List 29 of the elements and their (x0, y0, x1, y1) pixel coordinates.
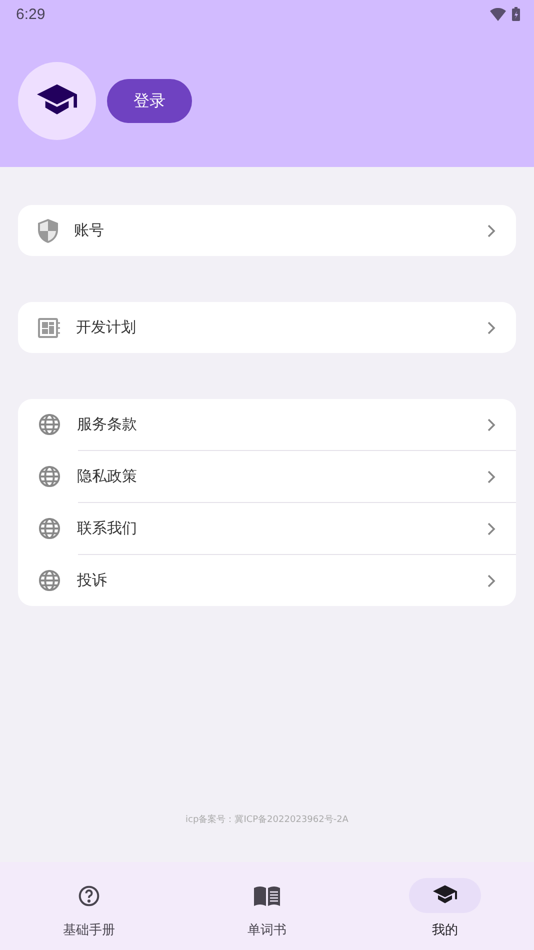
menu-item-label[interactable]: 服务条款 (77, 415, 487, 434)
chevron-right-icon (487, 470, 496, 484)
shield-icon (38, 218, 58, 242)
graduation-cap-icon (433, 885, 457, 906)
menu-item-label[interactable]: 联系我们 (77, 519, 487, 538)
menu-item-label[interactable]: 投诉 (77, 571, 487, 590)
chevron-right-icon (487, 522, 496, 536)
battery-icon (512, 7, 520, 21)
login-button[interactable]: 登录 (107, 79, 192, 123)
globe-icon (38, 517, 61, 540)
globe-icon (38, 465, 61, 488)
status-time: 6:29 (16, 6, 46, 22)
nav-tab[interactable]: 单词书 (178, 862, 356, 950)
chevron-right-icon (487, 320, 496, 334)
nav-tab[interactable]: 基础手册 (0, 862, 178, 950)
globe-icon (38, 569, 61, 592)
nav-tab[interactable]: 我的 (356, 862, 534, 950)
chevron-right-icon (487, 574, 496, 588)
icp-note: icp备案号：冀ICP备2022023962号-2A (186, 813, 348, 826)
chevron-right-icon (487, 224, 496, 238)
dashboard-icon (38, 318, 60, 338)
globe-icon (38, 413, 61, 436)
menu-item-label[interactable]: 开发计划 (76, 318, 487, 337)
help-icon (78, 884, 100, 906)
chevron-right-icon (487, 418, 496, 432)
wifi-icon (490, 8, 506, 20)
book-icon (254, 886, 280, 906)
menu-item-label[interactable]: 账号 (74, 221, 487, 240)
menu-item-label[interactable]: 隐私政策 (77, 467, 487, 486)
